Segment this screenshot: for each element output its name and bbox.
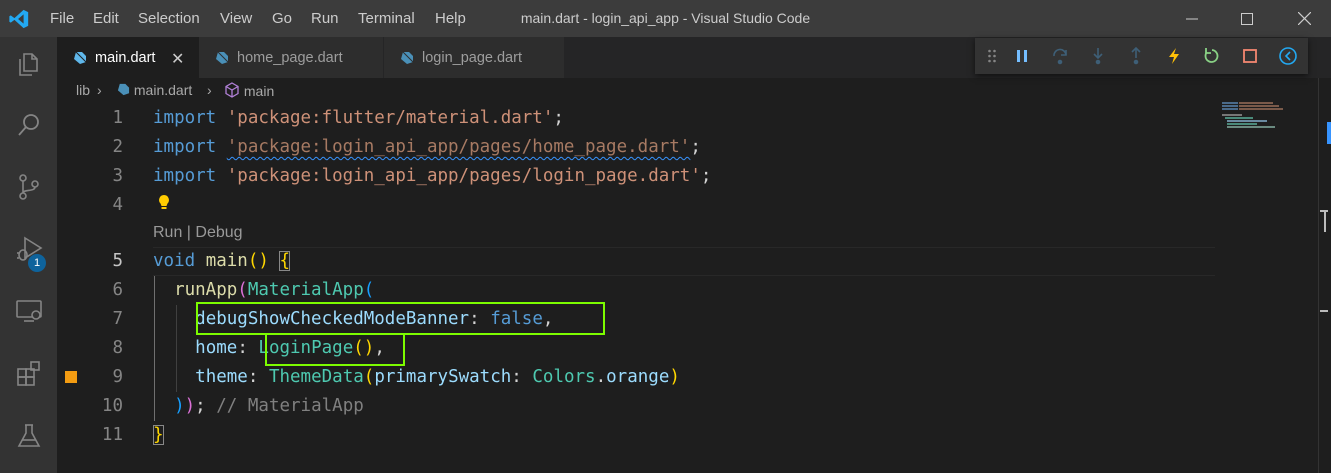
menu-terminal[interactable]: Terminal xyxy=(358,10,415,27)
pause-button[interactable] xyxy=(1003,38,1041,74)
annotation-box-debug-banner xyxy=(196,302,605,335)
pause-icon xyxy=(1017,50,1027,62)
scrollbar-overview-ruler[interactable] xyxy=(1318,78,1331,473)
tab-label: login_page.dart xyxy=(422,49,522,66)
code-line: import 'package:flutter/material.dart'; xyxy=(153,108,564,128)
step-over-icon xyxy=(1053,48,1067,65)
close-tab-button[interactable]: ✕ xyxy=(171,49,184,69)
lightbulb-icon[interactable] xyxy=(158,194,170,211)
remote-explorer-icon xyxy=(15,300,42,322)
activity-source-control[interactable] xyxy=(0,163,57,211)
step-over-button[interactable] xyxy=(1041,38,1079,74)
minimize-icon xyxy=(1186,18,1198,19)
tab-home-page-dart[interactable]: home_page.dart xyxy=(199,37,383,78)
line-number: 9 xyxy=(112,367,123,387)
extensions-icon xyxy=(16,361,40,386)
activity-search[interactable] xyxy=(0,101,57,149)
code-line: void main() { xyxy=(153,251,291,271)
line-number: 7 xyxy=(112,309,123,329)
matching-brace: } xyxy=(153,425,164,445)
debug-badge: 1 xyxy=(28,254,46,272)
activity-remote-explorer[interactable] xyxy=(0,287,57,335)
current-line-highlight xyxy=(153,247,1215,276)
method-cube-icon xyxy=(225,82,239,98)
maximize-button[interactable] xyxy=(1224,0,1270,37)
line-number: 8 xyxy=(112,338,123,358)
code-line: import 'package:login_api_app/pages/logi… xyxy=(153,166,712,186)
dart-file-icon xyxy=(216,51,229,64)
code-editor[interactable]: 1 2 3 4 5 6 7 8 9 10 11 import 'package:… xyxy=(57,104,1217,473)
restart-button[interactable] xyxy=(1193,38,1231,74)
close-icon xyxy=(1297,12,1311,25)
menu-view[interactable]: View xyxy=(220,10,252,27)
activity-extensions[interactable] xyxy=(0,350,57,398)
menu-run[interactable]: Run xyxy=(311,10,339,27)
activity-bar xyxy=(0,37,57,473)
devtools-button[interactable] xyxy=(1269,38,1307,74)
codelens-run-debug[interactable]: Run | Debug xyxy=(153,224,243,242)
breadcrumb-file-item[interactable]: main.dart xyxy=(117,82,192,98)
search-icon xyxy=(17,114,39,136)
step-into-button[interactable] xyxy=(1079,38,1117,74)
activity-explorer[interactable] xyxy=(0,40,57,88)
minimap[interactable] xyxy=(1222,100,1318,130)
line-number: 5 xyxy=(112,251,123,271)
matching-brace: { xyxy=(279,251,291,271)
step-into-icon xyxy=(1093,48,1103,65)
dart-file-icon xyxy=(74,51,87,64)
maximize-icon xyxy=(1241,12,1253,25)
activity-testing[interactable] xyxy=(0,412,57,460)
code-line: import 'package:login_api_app/pages/home… xyxy=(153,137,701,157)
title-bar: File Edit Selection View Go Run Terminal… xyxy=(0,0,1331,37)
breadcrumb-separator: › xyxy=(97,82,102,98)
hot-reload-icon xyxy=(1169,48,1179,64)
tab-login-page-dart[interactable]: login_page.dart xyxy=(384,37,564,78)
line-number: 2 xyxy=(112,137,123,157)
line-number: 6 xyxy=(112,280,123,300)
tab-label: home_page.dart xyxy=(237,49,343,66)
dart-file-icon xyxy=(401,51,414,64)
testing-icon xyxy=(17,424,40,447)
drag-grip-icon xyxy=(988,49,996,63)
breadcrumb-symbol: main xyxy=(243,83,275,99)
hot-reload-button[interactable] xyxy=(1155,38,1193,74)
minimize-button[interactable] xyxy=(1169,0,1215,37)
vscode-logo-icon xyxy=(9,9,29,29)
line-number: 10 xyxy=(101,396,123,416)
breadcrumb: lib › main.dart › main xyxy=(57,78,1207,104)
breadcrumb-folder[interactable]: lib xyxy=(76,82,90,98)
debug-toolbar xyxy=(975,38,1308,74)
menu-selection[interactable]: Selection xyxy=(138,10,200,27)
source-control-icon xyxy=(18,174,39,200)
breadcrumb-separator: › xyxy=(207,82,212,98)
explorer-icon xyxy=(18,53,38,76)
breadcrumb-file: main.dart xyxy=(133,82,193,98)
line-number: 1 xyxy=(112,108,123,128)
stop-icon xyxy=(1243,49,1257,63)
code-line: } xyxy=(153,421,164,450)
code-line: runApp(MaterialApp( xyxy=(174,280,375,300)
dart-file-icon xyxy=(117,83,130,96)
menu-edit[interactable]: Edit xyxy=(93,10,119,27)
code-line: theme: ThemeData(primarySwatch: Colors.o… xyxy=(195,367,680,387)
stop-button[interactable] xyxy=(1231,38,1269,74)
breadcrumb-symbol-item[interactable]: main xyxy=(224,82,274,99)
unused-import-warning: 'package:login_api_app/pages/home_page.d… xyxy=(226,137,691,157)
devtools-icon xyxy=(1279,47,1297,65)
menu-file[interactable]: File xyxy=(50,10,74,27)
step-out-button[interactable] xyxy=(1117,38,1155,74)
code-line: )); // MaterialApp xyxy=(174,396,364,416)
line-number: 4 xyxy=(112,195,123,215)
annotation-box-loginpage xyxy=(265,333,405,366)
line-number: 11 xyxy=(101,425,123,445)
restart-icon xyxy=(1204,48,1219,63)
tab-label: main.dart xyxy=(95,49,156,66)
close-button[interactable] xyxy=(1281,0,1327,37)
menu-help[interactable]: Help xyxy=(435,10,466,27)
tab-main-dart[interactable]: main.dart ✕ xyxy=(57,37,199,78)
line-number: 3 xyxy=(112,166,123,186)
menu-go[interactable]: Go xyxy=(272,10,292,27)
step-out-icon xyxy=(1131,47,1141,65)
